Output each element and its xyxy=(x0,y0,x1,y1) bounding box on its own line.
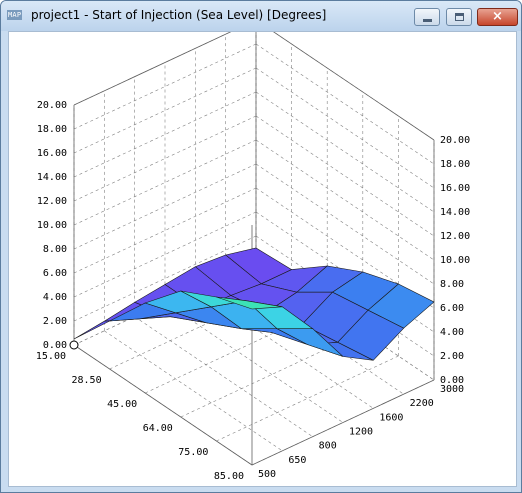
grid-line xyxy=(255,139,435,261)
box-edge xyxy=(73,32,435,141)
minimize-icon xyxy=(423,19,432,22)
grid-line xyxy=(255,43,435,165)
surface-patch xyxy=(73,318,140,340)
maximize-button[interactable] xyxy=(446,8,472,26)
z-tick-label-left: 20.00 xyxy=(37,100,67,111)
grid-line xyxy=(255,91,435,213)
z-tick-label-right: 20.00 xyxy=(440,135,470,146)
grid-line xyxy=(255,115,435,237)
app-icon: MAP xyxy=(7,10,23,20)
z-tick-label-right: 10.00 xyxy=(440,255,470,266)
x-tick-label: 28.50 xyxy=(71,375,101,386)
close-button[interactable]: × xyxy=(477,8,518,26)
y-tick-label: 500 xyxy=(258,469,276,480)
close-icon: × xyxy=(492,9,503,24)
y-tick-label: 650 xyxy=(288,455,306,466)
minimize-button[interactable] xyxy=(414,8,440,26)
application-window: MAP project1 - Start of Injection (Sea L… xyxy=(0,0,522,493)
z-tick-label-left: 4.00 xyxy=(43,292,67,303)
z-tick-label-right: 8.00 xyxy=(440,279,464,290)
x-tick-label: 75.00 xyxy=(178,447,208,458)
y-tick-label: 2200 xyxy=(410,398,434,409)
z-tick-label-right: 16.00 xyxy=(440,183,470,194)
x-tick-label: 64.00 xyxy=(143,423,173,434)
z-tick-label-left: 18.00 xyxy=(37,124,67,135)
x-tick-label: 15.00 xyxy=(36,351,66,362)
z-tick-label-left: 0.00 xyxy=(43,340,67,351)
x-tick-label: 85.00 xyxy=(214,471,244,482)
x-tick-label: 45.00 xyxy=(107,399,137,410)
z-tick-label-left: 12.00 xyxy=(37,196,67,207)
window-title: project1 - Start of Injection (Sea Level… xyxy=(31,8,327,22)
grid-line xyxy=(255,67,435,189)
chart-area: 0.00 0.00 2.00 2.00 4.00 4.00 6.00 6.00 8.00 8.00… xyxy=(8,31,517,487)
z-tick-label-left: 6.00 xyxy=(43,268,67,279)
z-tick-label-left: 10.00 xyxy=(37,220,67,231)
y-tick-label: 3000 xyxy=(440,384,464,395)
y-tick-label: 800 xyxy=(319,441,337,452)
z-tick-label-right: 18.00 xyxy=(440,159,470,170)
z-tick-label-left: 14.00 xyxy=(37,172,67,183)
surface-chart[interactable]: 0.000.002.002.004.004.006.006.008.008.00… xyxy=(9,32,514,484)
y-tick-label: 1200 xyxy=(349,427,373,438)
maximize-icon xyxy=(455,13,464,21)
y-tick-label: 1600 xyxy=(379,412,403,423)
z-tick-label-right: 6.00 xyxy=(440,303,464,314)
z-tick-label-right: 4.00 xyxy=(440,327,464,338)
z-tick-label-right: 12.00 xyxy=(440,231,470,242)
chart-surface xyxy=(73,247,435,361)
z-tick-label-left: 2.00 xyxy=(43,316,67,327)
z-tick-label-right: 2.00 xyxy=(440,351,464,362)
z-tick-label-left: 8.00 xyxy=(43,244,67,255)
z-tick-label-left: 16.00 xyxy=(37,148,67,159)
origin-marker xyxy=(69,340,79,350)
title-bar[interactable]: MAP project1 - Start of Injection (Sea L… xyxy=(1,1,521,31)
grid-line xyxy=(104,330,283,452)
z-tick-label-right: 14.00 xyxy=(440,207,470,218)
